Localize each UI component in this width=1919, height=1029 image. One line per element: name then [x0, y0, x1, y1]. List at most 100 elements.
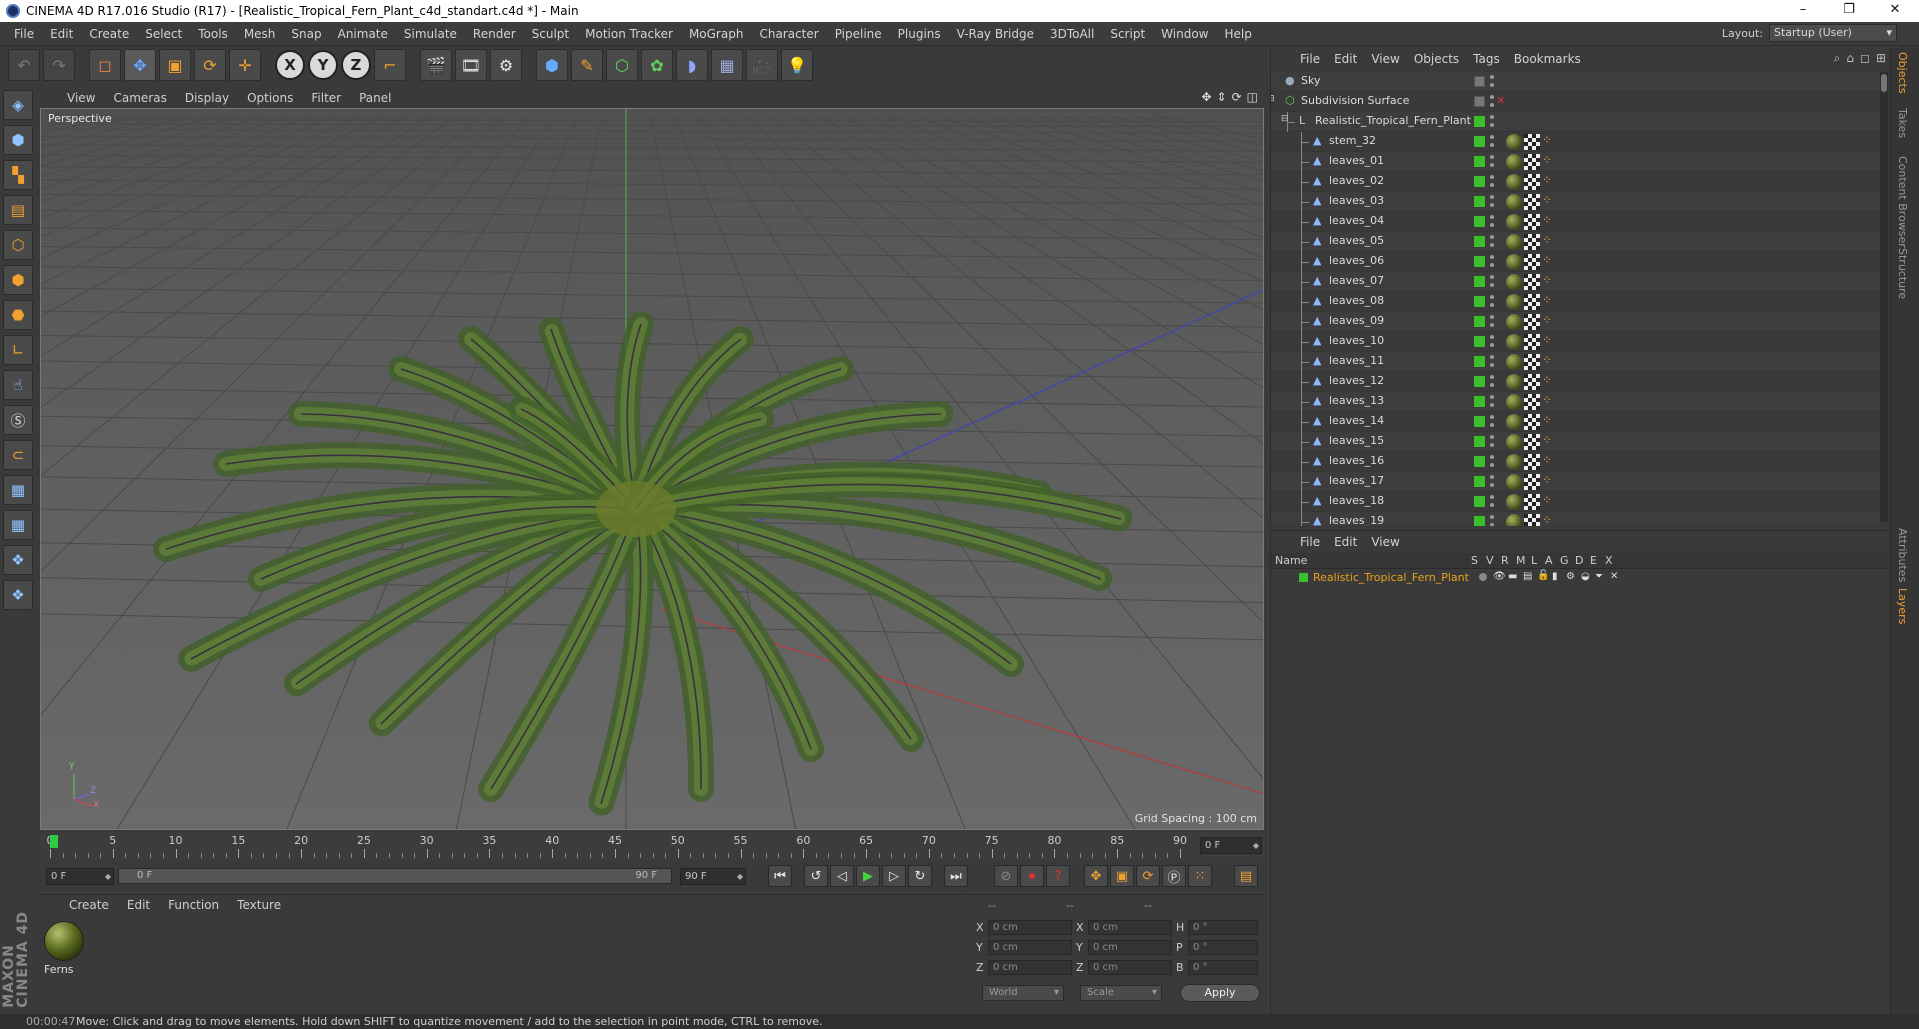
python-script-icon-1[interactable]: ❖ [3, 545, 33, 575]
side-tab-takes[interactable]: Takes [1896, 108, 1909, 138]
editor-visibility-dot[interactable] [1490, 75, 1494, 79]
editor-visibility-dot[interactable] [1490, 215, 1494, 219]
render-visibility-dot[interactable] [1490, 143, 1494, 147]
phong-tag-icon[interactable]: ⁘ [1542, 233, 1552, 247]
layer-color-box[interactable] [1474, 416, 1485, 427]
material-tag-icon[interactable] [1506, 514, 1522, 526]
layer-color-swatch[interactable] [1299, 573, 1308, 582]
editor-visibility-dot[interactable] [1490, 235, 1494, 239]
object-menu-bookmarks[interactable]: Bookmarks [1507, 52, 1588, 66]
rotate-tool-icon[interactable]: ⟳ [194, 49, 226, 81]
phong-tag-icon[interactable]: ⁘ [1542, 353, 1552, 367]
editor-visibility-dot[interactable] [1490, 195, 1494, 199]
key-rotation-icon[interactable]: ⟳ [1136, 865, 1160, 887]
render-visibility-dot[interactable] [1490, 303, 1494, 307]
current-frame-field[interactable]: 0 F ◆ [1200, 837, 1262, 854]
uvw-tag-icon[interactable] [1524, 334, 1540, 350]
menu-window[interactable]: Window [1153, 27, 1216, 41]
layer-slot-icon[interactable] [1474, 96, 1485, 107]
object-menu-tags[interactable]: Tags [1466, 52, 1507, 66]
phong-tag-icon[interactable]: ⁘ [1542, 373, 1552, 387]
material-tag-icon[interactable] [1506, 274, 1522, 290]
layer-deformers-icon[interactable]: ◒ [1581, 571, 1590, 582]
material-menu-edit[interactable]: Edit [118, 898, 159, 912]
object-row[interactable]: ▲ leaves_16 ⁘ [1271, 452, 1881, 472]
layer-column-e[interactable]: E [1590, 554, 1597, 567]
layer-column-v[interactable]: V [1486, 554, 1494, 567]
object-row[interactable]: ⊟ L Realistic_Tropical_Fern_Plant [1271, 112, 1881, 132]
material-tag-icon[interactable] [1506, 254, 1522, 270]
object-name[interactable]: leaves_15 [1329, 434, 1384, 447]
size-field[interactable]: 0 cm [1088, 920, 1172, 935]
object-name[interactable]: stem_32 [1329, 134, 1376, 147]
object-menu-objects[interactable]: Objects [1407, 52, 1466, 66]
menu-snap[interactable]: Snap [283, 27, 329, 41]
menu-simulate[interactable]: Simulate [396, 27, 465, 41]
material-tag-icon[interactable] [1506, 314, 1522, 330]
material-tag-icon[interactable] [1506, 294, 1522, 310]
menu-mograph[interactable]: MoGraph [681, 27, 752, 41]
uvw-tag-icon[interactable] [1524, 294, 1540, 310]
expand-toggle-icon[interactable]: ⊟ [1281, 114, 1289, 124]
dolly-view-icon[interactable]: ⇕ [1217, 90, 1227, 104]
maximize-button[interactable]: ❐ [1826, 0, 1872, 22]
model-mode-icon[interactable]: ⬢ [3, 125, 33, 155]
material-tag-icon[interactable] [1506, 454, 1522, 470]
close-button[interactable]: ✕ [1872, 0, 1918, 22]
x-axis-lock-button[interactable]: X [275, 50, 305, 80]
material-tag-icon[interactable] [1506, 194, 1522, 210]
phong-tag-icon[interactable]: ⁘ [1542, 413, 1552, 427]
layer-column-m[interactable]: M [1516, 554, 1526, 567]
render-visibility-dot[interactable] [1490, 123, 1494, 127]
render-visibility-dot[interactable] [1490, 223, 1494, 227]
viewport-menu-options[interactable]: Options [238, 91, 302, 105]
uvw-tag-icon[interactable] [1524, 434, 1540, 450]
floor-scene-icon[interactable]: ▦ [711, 49, 743, 81]
new-view-icon[interactable]: ◻ [1860, 51, 1870, 66]
material-tag-icon[interactable] [1506, 414, 1522, 430]
object-row[interactable]: ● Sky [1271, 72, 1881, 92]
object-name[interactable]: leaves_13 [1329, 394, 1384, 407]
layer-color-box[interactable] [1474, 216, 1485, 227]
editor-visibility-dot[interactable] [1490, 415, 1494, 419]
viewport-camera-label[interactable]: Perspective [45, 112, 115, 125]
layer-color-box[interactable] [1474, 296, 1485, 307]
layer-column-r[interactable]: R [1501, 554, 1509, 567]
workplane-mode-icon[interactable]: ▤ [3, 195, 33, 225]
render-visibility-dot[interactable] [1490, 423, 1494, 427]
object-name[interactable]: leaves_19 [1329, 514, 1384, 526]
object-name[interactable]: leaves_08 [1329, 294, 1384, 307]
menu-create[interactable]: Create [81, 27, 137, 41]
object-row[interactable]: ▲ stem_32 ⁘ [1271, 132, 1881, 152]
snap-icon[interactable]: ⊂ [3, 440, 33, 470]
key-parameter-icon[interactable]: Ⓟ [1162, 865, 1186, 887]
render-visibility-dot[interactable] [1490, 483, 1494, 487]
layer-generators-icon[interactable]: ⚙ [1566, 571, 1575, 582]
maximize-panel-icon[interactable]: ⊞ [1876, 51, 1886, 66]
material-tag-icon[interactable] [1506, 394, 1522, 410]
perspective-viewport[interactable]: Perspective Y Z X Grid Spacing : 100 cm [40, 108, 1264, 830]
layer-menu-file[interactable]: File [1293, 535, 1327, 549]
viewport-menu-filter[interactable]: Filter [302, 91, 350, 105]
object-name[interactable]: Sky [1301, 74, 1320, 87]
layer-name[interactable]: Realistic_Tropical_Fern_Plant [1313, 571, 1469, 584]
phong-tag-icon[interactable]: ⁘ [1542, 153, 1552, 167]
object-name[interactable]: leaves_04 [1329, 214, 1384, 227]
render-visibility-dot[interactable] [1490, 363, 1494, 367]
editor-visibility-dot[interactable] [1490, 155, 1494, 159]
layer-color-box[interactable] [1474, 256, 1485, 267]
menu-tools[interactable]: Tools [190, 27, 236, 41]
position-field[interactable]: 0 cm [988, 940, 1072, 955]
layer-column-x[interactable]: X [1605, 554, 1613, 567]
render-visibility-dot[interactable] [1490, 263, 1494, 267]
object-row[interactable]: ▲ leaves_11 ⁘ [1271, 352, 1881, 372]
phong-tag-icon[interactable]: ⁘ [1542, 333, 1552, 347]
workplane-lock-icon[interactable]: ▦ [3, 475, 33, 505]
size-field[interactable]: 0 cm [1088, 940, 1172, 955]
object-name[interactable]: leaves_02 [1329, 174, 1384, 187]
object-row[interactable]: ▲ leaves_19 ⁘ [1271, 512, 1881, 526]
editor-visibility-dot[interactable] [1490, 515, 1494, 519]
object-name[interactable]: leaves_03 [1329, 194, 1384, 207]
material-tag-icon[interactable] [1506, 374, 1522, 390]
phong-tag-icon[interactable]: ⁘ [1542, 293, 1552, 307]
